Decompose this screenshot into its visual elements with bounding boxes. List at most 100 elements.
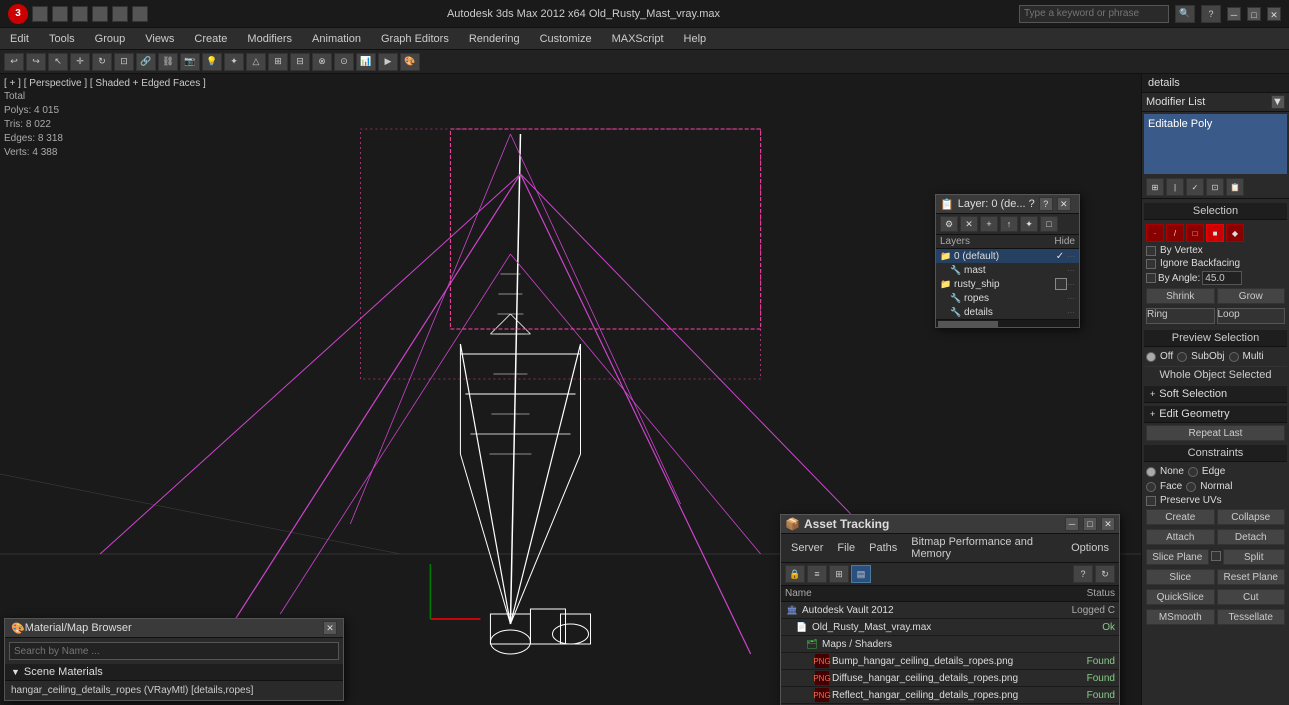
mat-item-1[interactable]: hangar_ceiling_details_ropes (VRayMtl) [… xyxy=(11,683,337,698)
cut-button[interactable]: Cut xyxy=(1217,589,1286,605)
menu-help[interactable]: Help xyxy=(674,31,717,47)
asset-row-png-3[interactable]: PNG Reflect_hangar_ceiling_details_ropes… xyxy=(781,687,1119,704)
title-search-input[interactable] xyxy=(1019,5,1169,23)
search-icon[interactable]: 🔍 xyxy=(1175,5,1195,23)
asset-row-file[interactable]: 📄 Old_Rusty_Mast_vray.max Ok xyxy=(781,619,1119,636)
menu-customize[interactable]: Customize xyxy=(530,31,602,47)
asset-row-vault[interactable]: 🏛 Autodesk Vault 2012 Logged C xyxy=(781,602,1119,619)
quickslice-button[interactable]: QuickSlice xyxy=(1146,589,1215,605)
split-checkbox[interactable] xyxy=(1211,551,1221,561)
titlebar-btn-4[interactable] xyxy=(92,6,108,22)
layer-row-0[interactable]: 📁 0 (default) ✓ ··· xyxy=(936,249,1079,263)
soft-selection-header[interactable]: + Soft Selection xyxy=(1144,386,1287,403)
toolbar-btn-render[interactable]: ▶ xyxy=(378,53,398,71)
asset-tb-btn-1[interactable]: 🔒 xyxy=(785,565,805,583)
modifier-box[interactable]: Editable Poly xyxy=(1144,114,1287,174)
asset-minimize-button[interactable]: ─ xyxy=(1065,517,1079,531)
layer-add-icon[interactable]: + xyxy=(980,216,998,232)
constraints-face-radio[interactable] xyxy=(1146,482,1156,492)
close-button[interactable]: ✕ xyxy=(1267,7,1281,21)
detach-button[interactable]: Detach xyxy=(1217,529,1286,545)
toolbar-btn-move[interactable]: ✛ xyxy=(70,53,90,71)
help-icon[interactable]: ? xyxy=(1201,5,1221,23)
toolbar-btn-align[interactable]: ⊟ xyxy=(290,53,310,71)
layer-row-rusty-ship[interactable]: 📁 rusty_ship ··· xyxy=(936,277,1079,291)
toolbar-btn-unlink[interactable]: ⛓ xyxy=(158,53,178,71)
asset-menu-paths[interactable]: Paths xyxy=(863,541,903,555)
material-browser-close-button[interactable]: ✕ xyxy=(323,621,337,635)
sel-icon-vertex[interactable]: · xyxy=(1146,224,1164,242)
menu-graph-editors[interactable]: Graph Editors xyxy=(371,31,459,47)
menu-group[interactable]: Group xyxy=(85,31,136,47)
layer-select-icon[interactable]: ✦ xyxy=(1020,216,1038,232)
menu-tools[interactable]: Tools xyxy=(39,31,85,47)
create-button[interactable]: Create xyxy=(1146,509,1215,525)
collapse-button[interactable]: Collapse xyxy=(1217,509,1286,525)
layer-row-mast[interactable]: 🔧 mast ··· xyxy=(936,263,1079,277)
ring-select[interactable]: Ring xyxy=(1146,308,1215,324)
asset-restore-button[interactable]: □ xyxy=(1083,517,1097,531)
modifier-list-dropdown[interactable]: ▼ xyxy=(1271,95,1285,109)
asset-tb-help-btn[interactable]: ? xyxy=(1073,565,1093,583)
asset-tb-btn-3[interactable]: ⊞ xyxy=(829,565,849,583)
asset-menu-options[interactable]: Options xyxy=(1065,541,1115,555)
menu-maxscript[interactable]: MAXScript xyxy=(602,31,674,47)
toolbar-btn-shapes[interactable]: △ xyxy=(246,53,266,71)
titlebar-btn-6[interactable] xyxy=(132,6,148,22)
preview-off-radio[interactable] xyxy=(1146,352,1156,362)
titlebar-btn-2[interactable] xyxy=(52,6,68,22)
tessellate-button[interactable]: Tessellate xyxy=(1217,609,1286,625)
layer-scrollbar[interactable] xyxy=(936,319,1079,327)
titlebar-btn-1[interactable] xyxy=(32,6,48,22)
reset-plane-button[interactable]: Reset Plane xyxy=(1217,569,1286,585)
edit-geometry-header[interactable]: + Edit Geometry xyxy=(1144,406,1287,423)
layer-delete-icon[interactable]: ✕ xyxy=(960,216,978,232)
sel-icon-poly[interactable]: ■ xyxy=(1206,224,1224,242)
toolbar-btn-2[interactable]: ↪ xyxy=(26,53,46,71)
slice-plane-button[interactable]: Slice Plane xyxy=(1146,549,1209,565)
menu-edit[interactable]: Edit xyxy=(0,31,39,47)
sel-icon-edge[interactable]: / xyxy=(1166,224,1184,242)
sel-icon-border[interactable]: □ xyxy=(1186,224,1204,242)
toolbar-btn-camera[interactable]: 📷 xyxy=(180,53,200,71)
menu-rendering[interactable]: Rendering xyxy=(459,31,530,47)
toolbar-btn-scale[interactable]: ⊡ xyxy=(114,53,134,71)
layer-row-ropes[interactable]: 🔧 ropes ··· xyxy=(936,291,1079,305)
layer-row-details[interactable]: 🔧 details ··· xyxy=(936,305,1079,319)
mod-icon-1[interactable]: ⊞ xyxy=(1146,178,1164,196)
asset-tb-btn-2[interactable]: ≡ xyxy=(807,565,827,583)
constraints-normal-radio[interactable] xyxy=(1186,482,1196,492)
loop-select[interactable]: Loop xyxy=(1217,308,1286,324)
toolbar-btn-1[interactable]: ↩ xyxy=(4,53,24,71)
viewport[interactable]: [ + ] [ Perspective ] [ Shaded + Edged F… xyxy=(0,74,1141,705)
layer-btn-6[interactable]: □ xyxy=(1040,216,1058,232)
ignore-backfacing-checkbox[interactable] xyxy=(1146,259,1156,269)
menu-modifiers[interactable]: Modifiers xyxy=(237,31,302,47)
material-browser-search-input[interactable] xyxy=(9,642,339,660)
minimize-button[interactable]: ─ xyxy=(1227,7,1241,21)
mod-icon-4[interactable]: ⊡ xyxy=(1206,178,1224,196)
toolbar-btn-helpers[interactable]: ✦ xyxy=(224,53,244,71)
toolbar-btn-rotate[interactable]: ↻ xyxy=(92,53,112,71)
toolbar-btn-select[interactable]: ↖ xyxy=(48,53,68,71)
preserve-uvs-checkbox[interactable] xyxy=(1146,496,1156,506)
menu-animation[interactable]: Animation xyxy=(302,31,371,47)
asset-row-png-1[interactable]: PNG Bump_hangar_ceiling_details_ropes.pn… xyxy=(781,653,1119,670)
asset-close-button[interactable]: ✕ xyxy=(1101,517,1115,531)
repeat-last-button[interactable]: Repeat Last xyxy=(1146,425,1285,441)
toolbar-btn-mirror[interactable]: ⊞ xyxy=(268,53,288,71)
asset-tb-refresh-btn[interactable]: ↻ xyxy=(1095,565,1115,583)
asset-row-maps[interactable]: 🗂 Maps / Shaders xyxy=(781,636,1119,653)
layer-settings-icon[interactable]: ⚙ xyxy=(940,216,958,232)
asset-menu-server[interactable]: Server xyxy=(785,541,829,555)
by-vertex-checkbox[interactable] xyxy=(1146,246,1156,256)
shrink-button[interactable]: Shrink xyxy=(1146,288,1215,304)
sel-icon-element[interactable]: ◆ xyxy=(1226,224,1244,242)
split-button[interactable]: Split xyxy=(1223,549,1286,565)
menu-create[interactable]: Create xyxy=(184,31,237,47)
constraints-edge-radio[interactable] xyxy=(1188,467,1198,477)
asset-row-png-2[interactable]: PNG Diffuse_hangar_ceiling_details_ropes… xyxy=(781,670,1119,687)
restore-button[interactable]: □ xyxy=(1247,7,1261,21)
titlebar-btn-5[interactable] xyxy=(112,6,128,22)
layer-help-button[interactable]: ? xyxy=(1039,197,1053,211)
